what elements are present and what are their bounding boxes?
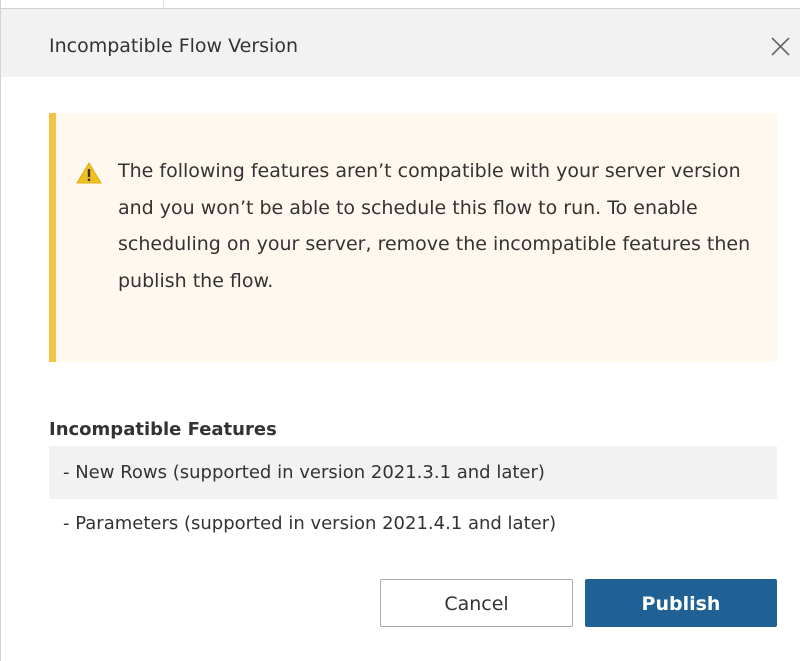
dialog-header: Incompatible Flow Version xyxy=(1,9,800,77)
close-icon xyxy=(771,37,790,56)
list-item: - Parameters (supported in version 2021.… xyxy=(63,513,557,534)
warning-callout: The following features aren’t compatible… xyxy=(49,113,777,362)
incompatible-flow-dialog: Incompatible Flow Version The following … xyxy=(0,0,800,661)
warning-message: The following features aren’t compatible… xyxy=(118,160,751,292)
publish-button[interactable]: Publish xyxy=(585,579,777,627)
cancel-button[interactable]: Cancel xyxy=(380,579,573,627)
incompatible-features-list: - New Rows (supported in version 2021.3.… xyxy=(49,446,777,549)
dialog-title: Incompatible Flow Version xyxy=(49,35,299,57)
divider xyxy=(163,0,164,8)
incompatible-features-heading: Incompatible Features xyxy=(49,419,277,440)
warning-icon xyxy=(76,162,102,184)
list-item: - New Rows (supported in version 2021.3.… xyxy=(49,446,777,499)
close-button[interactable] xyxy=(763,29,797,63)
